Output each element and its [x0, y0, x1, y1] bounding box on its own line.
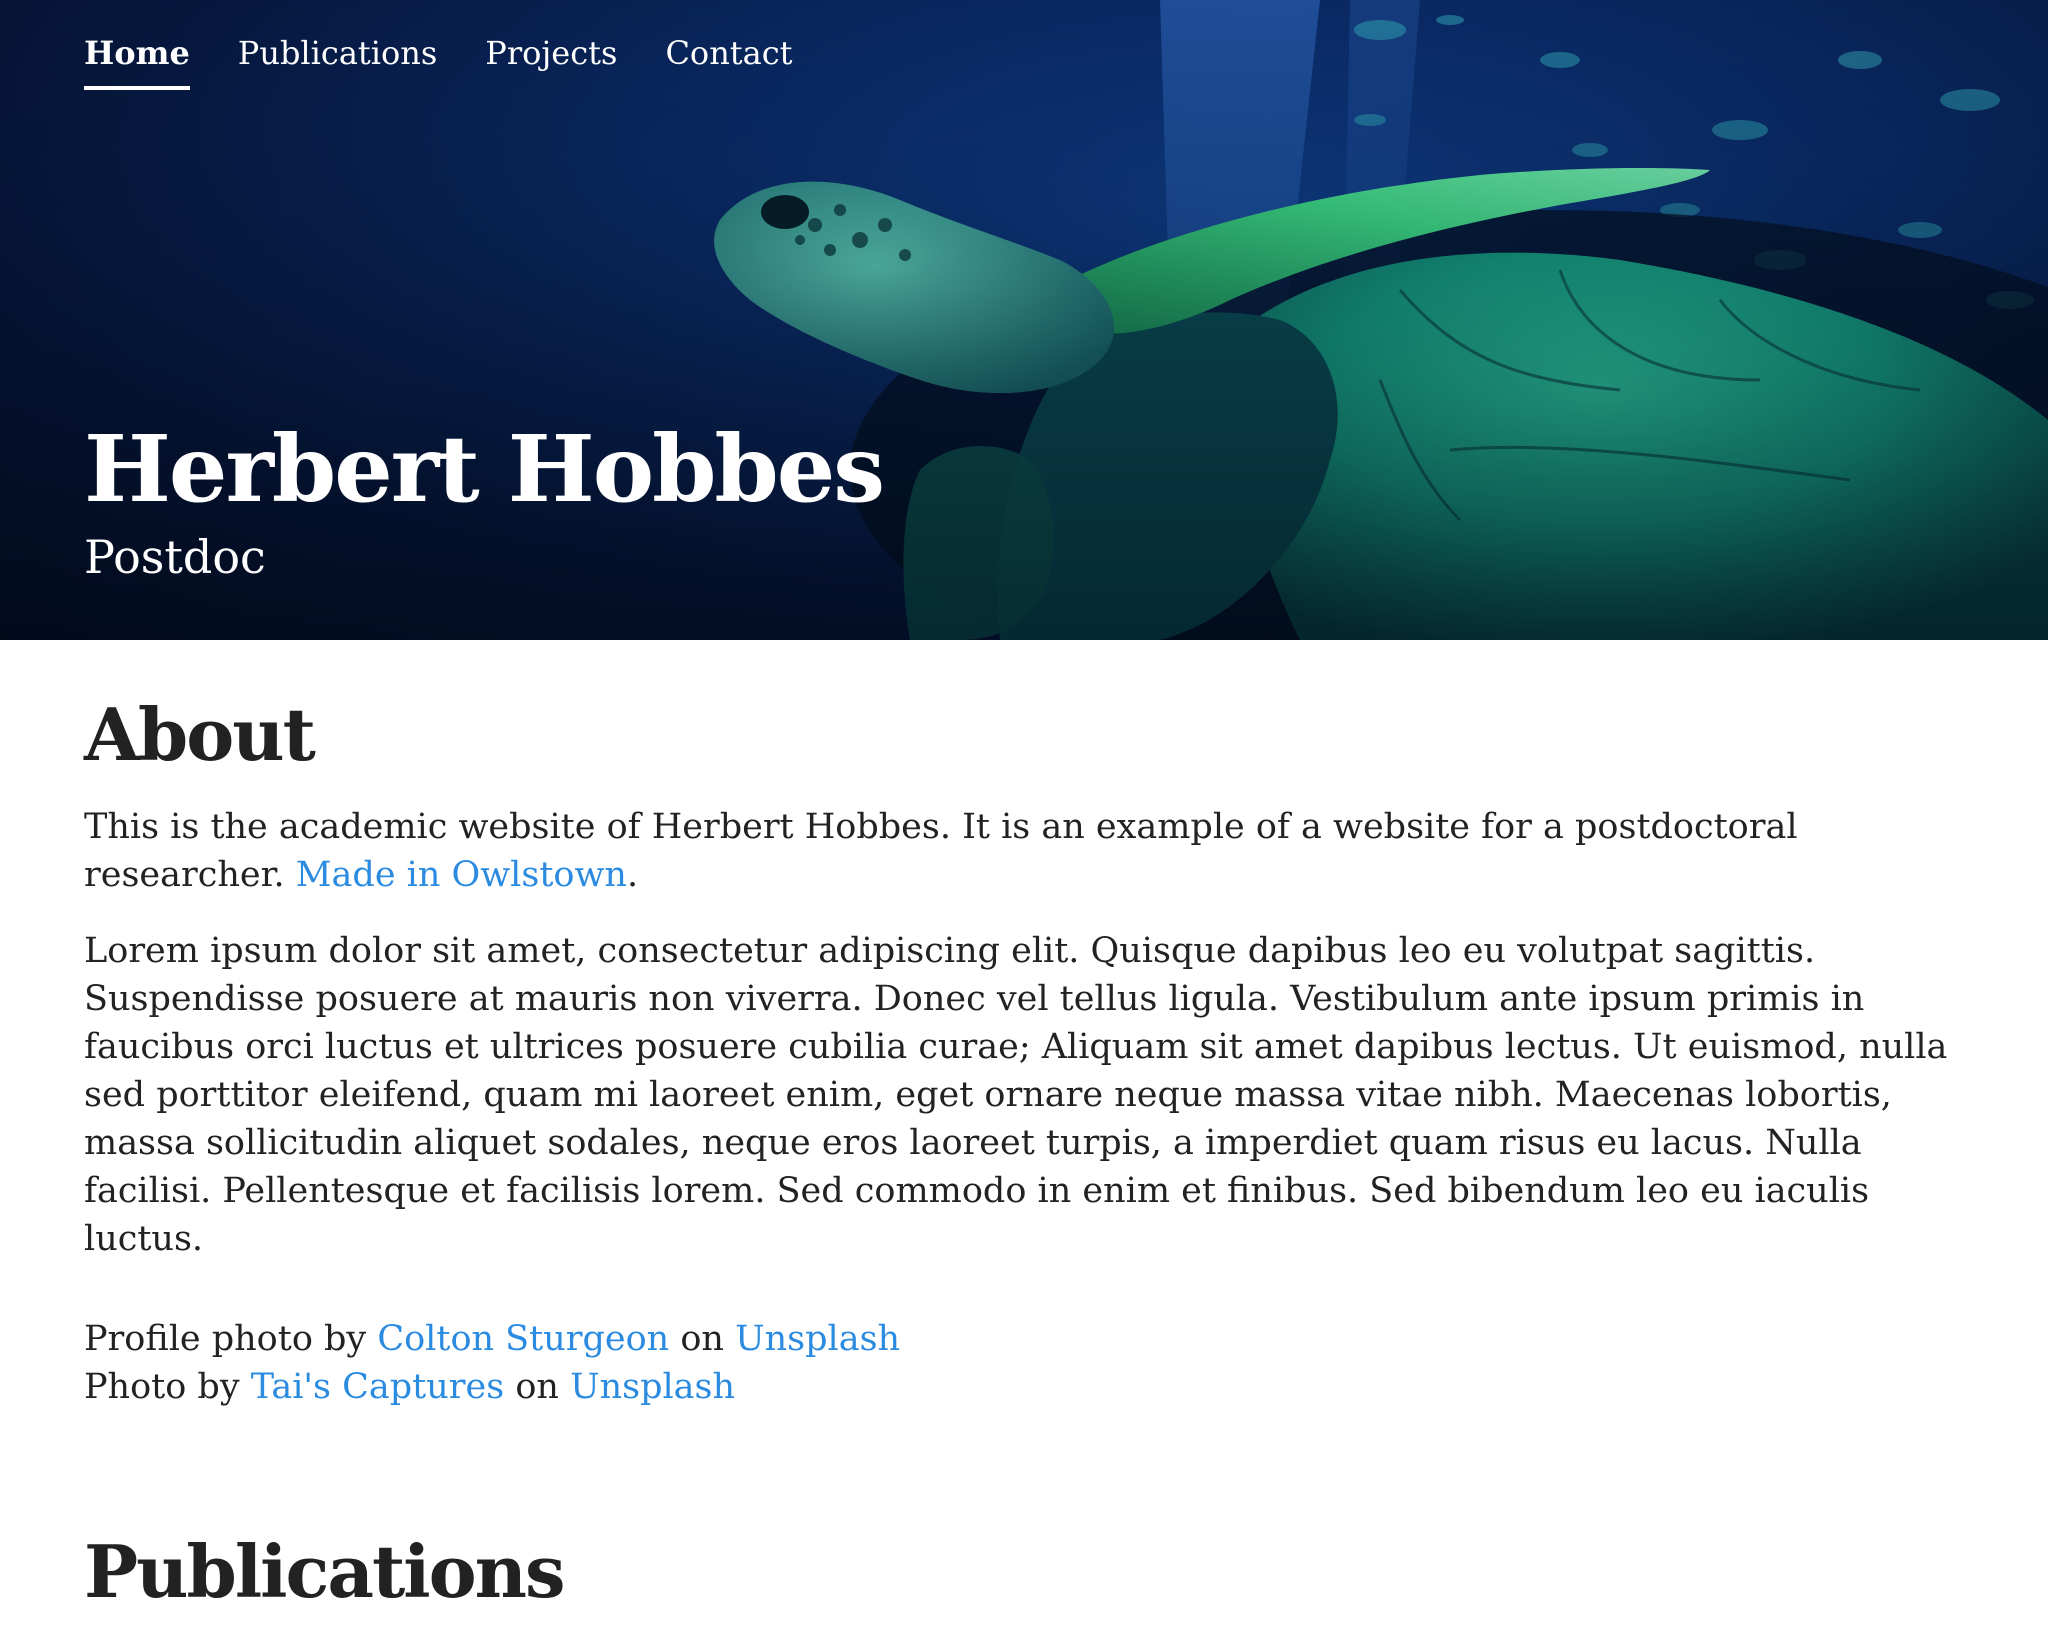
about-intro-end: . — [626, 855, 639, 895]
hero-name: Herbert Hobbes — [84, 415, 885, 523]
hero-banner: Home Publications Projects Contact Herbe… — [0, 0, 2048, 640]
credit1-mid: on — [669, 1319, 736, 1359]
sea-turtle-photo — [0, 0, 2048, 640]
credit2-mid: on — [504, 1367, 571, 1407]
credit2-prefix: Photo by — [84, 1367, 251, 1407]
photo-credits: Profile photo by Colton Sturgeon on Unsp… — [84, 1315, 1974, 1411]
unsplash-link-1[interactable]: Unsplash — [735, 1319, 900, 1359]
cover-photo-credit: Photo by Tai's Captures on Unsplash — [84, 1363, 1974, 1411]
publications-heading: Publications — [84, 1529, 566, 1614]
hero-role: Postdoc — [84, 530, 266, 584]
about-lorem-paragraph: Lorem ipsum dolor sit amet, consectetur … — [84, 931, 1948, 1259]
tais-captures-link[interactable]: Tai's Captures — [251, 1367, 504, 1407]
about-intro: This is the academic website of Herbert … — [84, 803, 1974, 899]
nav-home-link[interactable]: Home — [84, 34, 190, 90]
main-content: About This is the academic website of He… — [84, 640, 1974, 1640]
colton-sturgeon-link[interactable]: Colton Sturgeon — [377, 1319, 669, 1359]
about-heading: About — [84, 692, 316, 777]
unsplash-link-2[interactable]: Unsplash — [570, 1367, 735, 1407]
main-nav: Home Publications Projects Contact — [84, 34, 793, 90]
credit1-prefix: Profile photo by — [84, 1319, 378, 1359]
profile-photo-credit: Profile photo by Colton Sturgeon on Unsp… — [84, 1315, 1974, 1363]
made-in-owlstown-link[interactable]: Made in Owlstown — [296, 855, 627, 895]
nav-contact-link[interactable]: Contact — [665, 34, 792, 90]
nav-publications-link[interactable]: Publications — [238, 34, 437, 90]
nav-projects-link[interactable]: Projects — [485, 34, 617, 90]
